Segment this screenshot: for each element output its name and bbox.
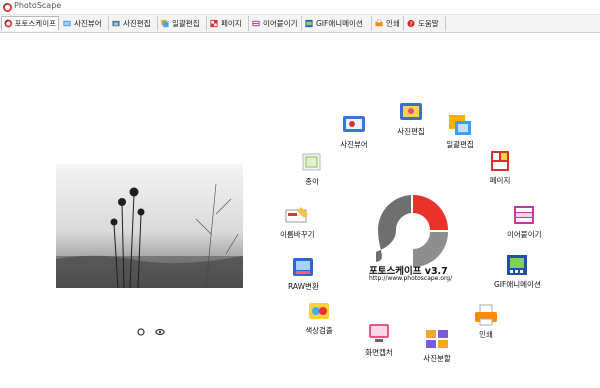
menu-screen-capture[interactable]: 화면캡처 (365, 321, 393, 358)
menu-rename[interactable]: 이름바꾸기 (280, 203, 315, 240)
menu-label: 이어붙이기 (507, 230, 542, 239)
viewer-icon (343, 116, 365, 132)
page-icon (491, 151, 509, 171)
menu-gif-animation[interactable]: GIF애니메이션 (494, 253, 541, 290)
color-picker-icon (309, 303, 329, 319)
menu-splitter[interactable]: 사진분할 (423, 327, 451, 364)
menu-label: 페이지 (489, 176, 511, 185)
menu-label: 종이 (305, 177, 319, 186)
menu-combine[interactable]: 이어붙이기 (507, 203, 542, 240)
gif-animation-icon (507, 255, 528, 275)
menu-batch-editor[interactable]: 일괄편집 (446, 113, 474, 150)
combine-icon (514, 206, 535, 224)
menu-editor[interactable]: 사진편집 (397, 100, 425, 137)
raw-converter-icon (293, 258, 314, 276)
menu-page[interactable]: 페이지 (486, 149, 514, 186)
menu-label: 인쇄 (479, 330, 493, 339)
editor-icon (400, 103, 422, 120)
menu-color-picker[interactable]: 색상검출 (305, 299, 333, 336)
menu-label: 이름바꾸기 (280, 230, 315, 239)
batch-editor-icon (449, 115, 471, 135)
menu-label: GIF애니메이션 (494, 280, 541, 289)
menu-label: 일괄편집 (446, 140, 474, 149)
menu-viewer[interactable]: 사진뷰어 (340, 113, 368, 150)
menu-label: 사진분할 (423, 354, 451, 363)
menu-label: 사진편집 (397, 127, 425, 136)
module-menu: 사진편집 일괄편집 페이지 이어붙이기 GIF애니메이션 인쇄 사진분할 화면캡… (0, 0, 600, 388)
rename-icon (285, 207, 309, 223)
menu-label: 화면캡처 (365, 348, 393, 357)
menu-label: 색상검출 (305, 326, 333, 335)
screen-capture-icon (369, 324, 389, 342)
paper-print-icon (302, 153, 321, 171)
menu-raw-converter[interactable]: RAW변환 (288, 255, 319, 292)
menu-paper-print[interactable]: 종이 (298, 150, 326, 187)
splitter-icon (426, 330, 448, 348)
menu-label: 사진뷰어 (340, 140, 368, 149)
menu-print[interactable]: 인쇄 (472, 303, 500, 340)
print-icon (475, 304, 497, 326)
menu-label: RAW변환 (288, 282, 319, 291)
